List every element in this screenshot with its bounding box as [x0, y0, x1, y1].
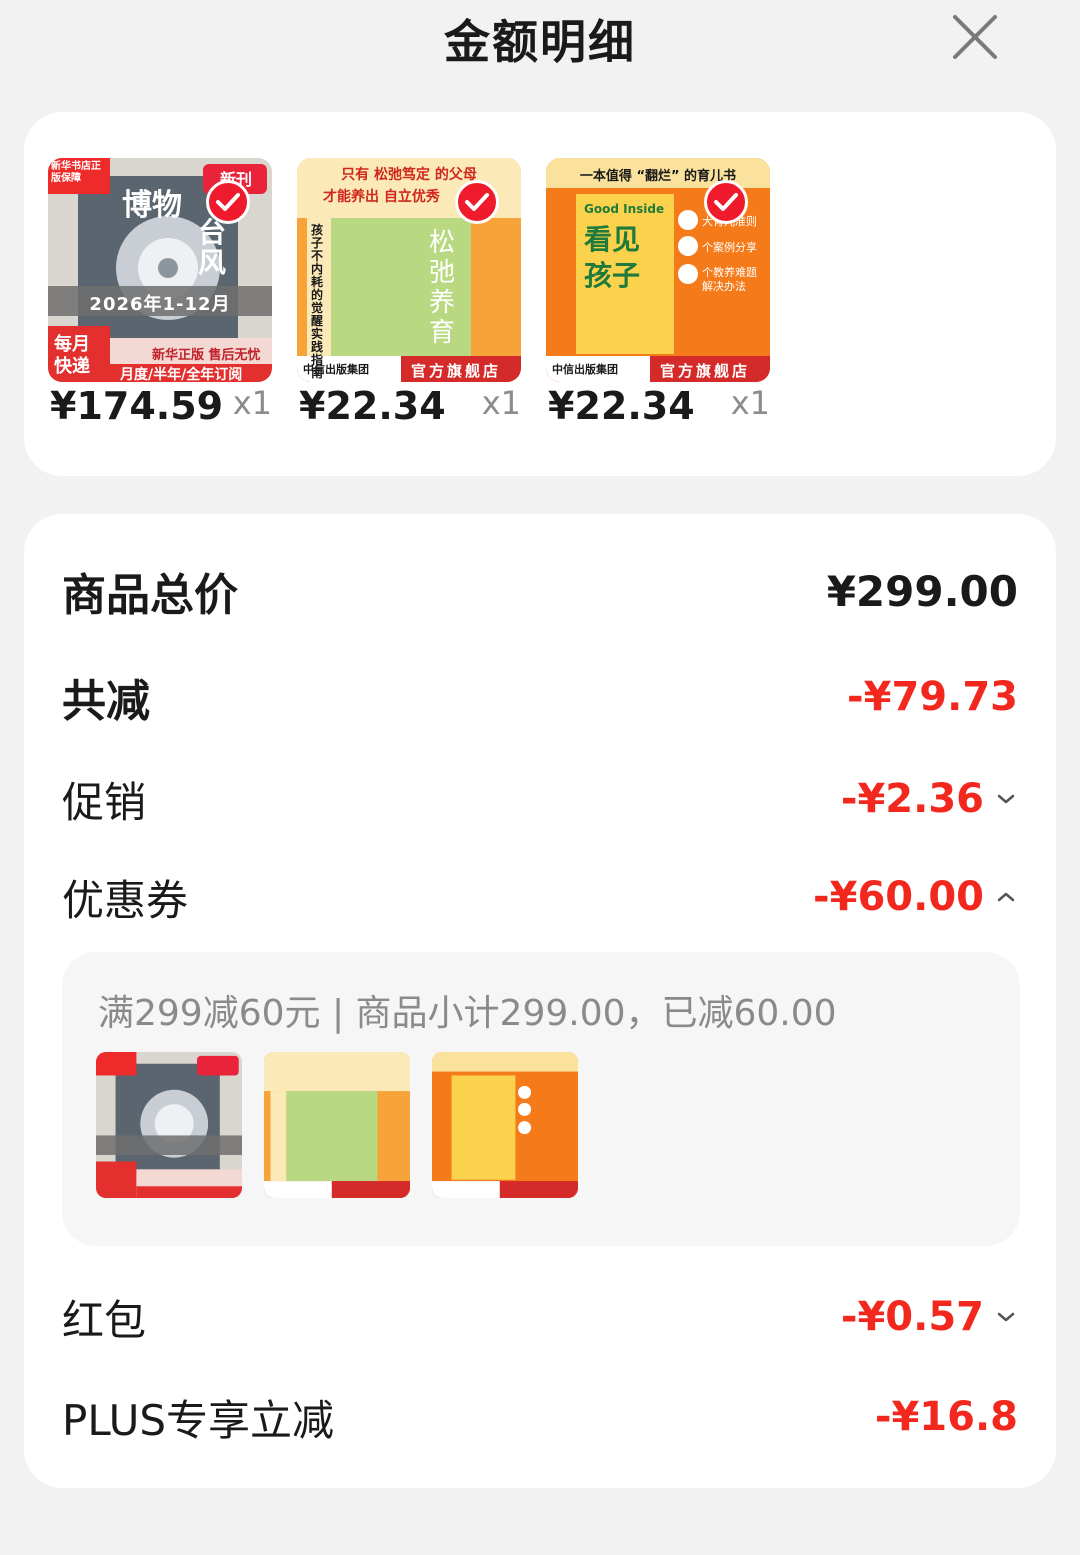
product-qty: x1	[730, 384, 770, 422]
publisher-label: 中信出版集团	[303, 363, 369, 376]
product-promo: 新华正版 售后无忧	[152, 348, 261, 363]
product-price: ¥22.34	[299, 384, 446, 428]
total-price-value: ¥299.00	[826, 566, 1018, 616]
selected-check-icon	[206, 180, 250, 224]
book-point: 个案例分享	[702, 241, 757, 254]
plus-discount-label: PLUS专享立减	[62, 1395, 335, 1445]
total-price-row: 商品总价 ¥299.00	[62, 556, 1018, 626]
product-image[interactable]: 一本值得 “翻烂” 的育儿书 Good Inside 看见 孩子 大育儿准则 个…	[546, 158, 770, 382]
coupon-detail-panel: 满299减60元 | 商品小计299.00，已减60.00	[62, 952, 1020, 1246]
selected-check-icon	[455, 180, 499, 224]
store-label: 官方旗舰店	[660, 362, 751, 380]
total-reduce-value: -¥79.73	[847, 674, 1018, 720]
product-corner: 每月快递	[54, 334, 90, 377]
coupon-label: 优惠券	[62, 875, 189, 925]
red-packet-value-group[interactable]: -¥0.57	[841, 1294, 1018, 1340]
plus-discount-row: PLUS专享立减 -¥16.8	[62, 1382, 1018, 1452]
chevron-up-icon[interactable]	[994, 885, 1018, 909]
red-packet-label: 红包	[62, 1295, 147, 1345]
book-point: 个教养难题 解决办法	[702, 266, 757, 293]
total-price-label: 商品总价	[62, 570, 238, 621]
book-title: 看见	[584, 223, 641, 256]
book-title-2: 孩子	[584, 259, 641, 292]
product-headline: 一本值得 “翻烂” 的育儿书	[579, 169, 737, 184]
chevron-down-icon[interactable]	[994, 1305, 1018, 1329]
product-headline: 只有 松弛笃定 的父母	[341, 167, 477, 183]
product-promo-sub: 月度/半年/全年订阅	[120, 367, 243, 382]
product-qty: x1	[481, 384, 521, 422]
chevron-down-icon[interactable]	[994, 787, 1018, 811]
product-tag: 新华书店正版保障	[51, 161, 101, 184]
product-price: ¥174.59	[50, 384, 224, 428]
total-reduce-label: 共减	[62, 676, 150, 727]
product-price: ¥22.34	[548, 384, 695, 428]
coupon-value: -¥60.00	[813, 874, 984, 920]
selected-check-icon	[704, 180, 748, 224]
red-packet-row[interactable]: 红包 -¥0.57	[62, 1282, 1018, 1352]
product-qty: x1	[232, 384, 272, 422]
total-reduce-row: 共减 -¥79.73	[62, 662, 1018, 732]
store-label: 官方旗舰店	[411, 362, 502, 380]
red-packet-value: -¥0.57	[840, 1294, 984, 1340]
promotion-row[interactable]: 促销 -¥2.36	[62, 764, 1018, 834]
promotion-value: -¥2.36	[840, 776, 984, 822]
magazine-subtitle: 台风	[198, 216, 227, 279]
coupon-value-group[interactable]: -¥60.00	[813, 874, 1018, 920]
publisher-label: 中信出版集团	[552, 363, 618, 376]
book-title: 松弛养育	[429, 228, 456, 348]
coupon-product-image	[432, 1052, 578, 1198]
promotion-value-group[interactable]: -¥2.36	[841, 776, 1018, 822]
promotion-label: 促销	[62, 777, 147, 827]
amount-detail-card: 商品总价 ¥299.00 共减 -¥79.73 促销 -¥2.36 优惠券 -¥…	[24, 514, 1056, 1488]
product-list-card: 新华书店正版保障 新刊 博物 台风 2026年1-12月 每月快递 新华正版 售…	[24, 112, 1056, 476]
coupon-product-image	[96, 1052, 242, 1198]
book-en-title: Good Inside	[584, 202, 665, 216]
header: 金额明细	[0, 0, 1080, 80]
product-banner: 2026年1-12月	[89, 294, 231, 315]
product-side-text: 孩子不内耗的觉醒实践指南	[311, 223, 324, 380]
coupon-product-image	[264, 1052, 410, 1198]
plus-discount-value: -¥16.8	[874, 1394, 1018, 1440]
product-headline-2: 才能养出 自立优秀	[323, 189, 440, 205]
magazine-name: 博物	[122, 188, 182, 223]
product-image[interactable]: 只有 松弛笃定 的父母 才能养出 自立优秀 孩子不内耗的觉醒实践指南 松弛养育 …	[297, 158, 521, 382]
coupon-detail-text: 满299减60元 | 商品小计299.00，已减60.00	[98, 993, 837, 1034]
coupon-row[interactable]: 优惠券 -¥60.00	[62, 862, 1018, 932]
product-image[interactable]: 新华书店正版保障 新刊 博物 台风 2026年1-12月 每月快递 新华正版 售…	[48, 158, 272, 382]
close-icon[interactable]	[950, 12, 1000, 62]
page-title: 金额明细	[444, 15, 636, 69]
